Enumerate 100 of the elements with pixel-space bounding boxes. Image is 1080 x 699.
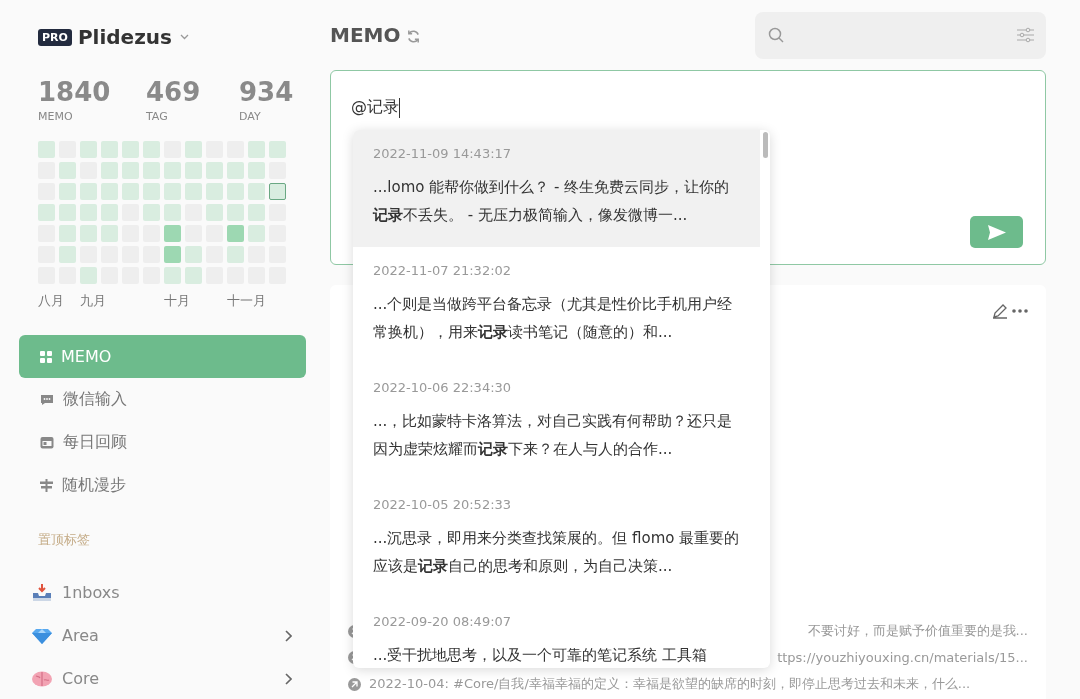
tag-item[interactable]: 1nboxs [19, 571, 306, 614]
heatmap-cell[interactable] [248, 183, 265, 200]
memo-link[interactable]: 不要讨好，而是赋予价值重要的是我... [807, 622, 1028, 640]
memo-link[interactable]: 2022-10-04: #Core/自我/幸福幸福的定义：幸福是欲望的缺席的时刻，即停止思考过去和未来，什么... [369, 675, 971, 693]
heatmap-cell[interactable] [164, 225, 181, 242]
suggestion-item[interactable]: 2022-11-09 14:43:17 ...lomo 能帮你做到什么？ - 终生免费云同步，让你的记录不丢失。 - 无压力极简输入，像发微博一... [353, 130, 760, 247]
heatmap-cell[interactable] [185, 162, 202, 179]
suggestion-item[interactable]: 2022-10-06 22:34:30 ...，比如蒙特卡洛算法，对自己实践有何帮助？还只是因为虚荣炫耀而记录下来？在人与人的合作... [353, 364, 760, 481]
heatmap-cell[interactable] [122, 183, 139, 200]
heatmap-cell[interactable] [206, 162, 223, 179]
nav-item[interactable]: 每日回顾 [19, 421, 306, 464]
month-label: 十一月 [227, 292, 266, 305]
editor-text: @记录 [351, 97, 399, 118]
edit-icon[interactable] [992, 303, 1008, 319]
inbox-tray-icon [32, 583, 52, 602]
heatmap-cell[interactable] [59, 225, 76, 242]
heatmap-cell[interactable] [59, 162, 76, 179]
caret-icon[interactable] [179, 34, 189, 40]
stat-label: DAY [239, 110, 262, 123]
send-icon [987, 224, 1006, 240]
heatmap-cell[interactable] [122, 162, 139, 179]
suggestion-time: 2022-10-05 20:52:33 [373, 497, 513, 512]
heatmap-cell[interactable] [227, 183, 244, 200]
sync-icon[interactable] [406, 28, 422, 44]
heatmap-cell[interactable] [80, 267, 97, 284]
account-name[interactable]: Plidezus [77, 25, 172, 49]
heatmap-cell[interactable] [185, 267, 202, 284]
more-icon[interactable] [1012, 309, 1028, 313]
tag-item[interactable]: Area [19, 614, 306, 657]
heatmap-cell[interactable] [248, 141, 265, 158]
heatmap-cell[interactable] [101, 141, 118, 158]
nav-item[interactable]: MEMO [19, 335, 306, 378]
heatmap-cell[interactable] [269, 183, 286, 200]
heatmap-cell[interactable] [122, 141, 139, 158]
heatmap-cell[interactable] [80, 183, 97, 200]
heatmap-cell[interactable] [185, 183, 202, 200]
heatmap-cell[interactable] [269, 141, 286, 158]
calendar-icon [40, 436, 54, 449]
heatmap-cell[interactable] [164, 267, 181, 284]
heatmap-cell[interactable] [206, 183, 223, 200]
suggestion-time: 2022-11-09 14:43:17 [373, 146, 513, 161]
stat-value: 934 [239, 77, 294, 107]
search-field[interactable] [755, 11, 1046, 59]
heatmap-cell[interactable] [164, 162, 181, 179]
gem-icon [32, 627, 52, 644]
heatmap-cell[interactable] [164, 183, 181, 200]
memo-link[interactable]: ttps://youzhiyouxing.cn/materials/15... [777, 650, 1028, 665]
heatmap-cell[interactable] [143, 183, 160, 200]
heatmap-cell[interactable] [143, 141, 160, 158]
heatmap-cell[interactable] [59, 183, 76, 200]
stat-value: 1840 [38, 77, 112, 107]
brain-icon [32, 670, 52, 687]
scrollbar-thumb[interactable] [763, 132, 768, 158]
heatmap-cell[interactable] [248, 204, 265, 221]
chevron-right-icon[interactable] [285, 672, 292, 685]
heatmap-cell[interactable] [80, 204, 97, 221]
heatmap-cell[interactable] [185, 141, 202, 158]
heatmap-cell[interactable] [206, 204, 223, 221]
suggestion-text: ...，比如蒙特卡洛算法，对自己实践有何帮助？还只是因为虚荣炫耀而记录下来？在人与人的合作... [373, 411, 734, 460]
suggestion-item[interactable]: 2022-10-05 20:52:33 ...沉思录，即用来分类查找策展的。但 flomo 最重要的应该是记录自己的思考和原则，为自己决策... [353, 481, 760, 598]
stat-value: 469 [146, 77, 202, 107]
suggestion-item[interactable]: 2022-09-20 08:49:07 ...受干扰地思考，以及一个可靠的笔记系统 工具箱 [353, 598, 760, 668]
section-title: 置顶标签 [38, 531, 91, 549]
heatmap-cell[interactable] [38, 204, 55, 221]
suggestion-time: 2022-09-20 08:49:07 [373, 614, 513, 629]
heatmap-cell[interactable] [59, 204, 76, 221]
heatmap-cell[interactable] [227, 225, 244, 242]
suggestion-text: ...受干扰地思考，以及一个可靠的笔记系统 工具箱 [373, 645, 709, 666]
heatmap-cell[interactable] [164, 204, 181, 221]
heatmap-cell[interactable] [164, 246, 181, 263]
heatmap-cell[interactable] [227, 204, 244, 221]
chat-icon [40, 393, 54, 406]
nav-item[interactable]: 微信输入 [19, 378, 306, 421]
heatmap-cell[interactable] [101, 225, 118, 242]
stat-label: MEMO [38, 110, 74, 123]
send-button[interactable] [970, 216, 1023, 248]
link-icon [348, 677, 361, 691]
heatmap-cell[interactable] [143, 162, 160, 179]
chevron-right-icon[interactable] [285, 629, 292, 642]
signpost-icon [40, 479, 53, 492]
heatmap-cell[interactable] [101, 183, 118, 200]
heatmap-cell[interactable] [227, 246, 244, 263]
suggestion-text: ...lomo 能帮你做到什么？ - 终生免费云同步，让你的记录不丢失。 - 无压力极简输入，像发微博一... [373, 177, 731, 226]
heatmap-cell[interactable] [80, 141, 97, 158]
heatmap-cell[interactable] [185, 246, 202, 263]
stat-label: TAG [146, 110, 169, 123]
tag-item[interactable]: Core [19, 657, 306, 699]
heatmap-cell[interactable] [38, 141, 55, 158]
heatmap-cell[interactable] [101, 162, 118, 179]
month-label: 九月 [80, 292, 106, 305]
heatmap-cell[interactable] [143, 204, 160, 221]
filter-icon[interactable] [1017, 27, 1034, 43]
heatmap-cell[interactable] [227, 162, 244, 179]
heatmap-cell[interactable] [248, 225, 265, 242]
month-label: 八月 [38, 292, 64, 305]
heatmap-cell[interactable] [248, 162, 265, 179]
heatmap-cell[interactable] [101, 204, 118, 221]
heatmap-cell[interactable] [80, 225, 97, 242]
heatmap-cell[interactable] [59, 246, 76, 263]
nav-item[interactable]: 随机漫步 [19, 464, 306, 507]
